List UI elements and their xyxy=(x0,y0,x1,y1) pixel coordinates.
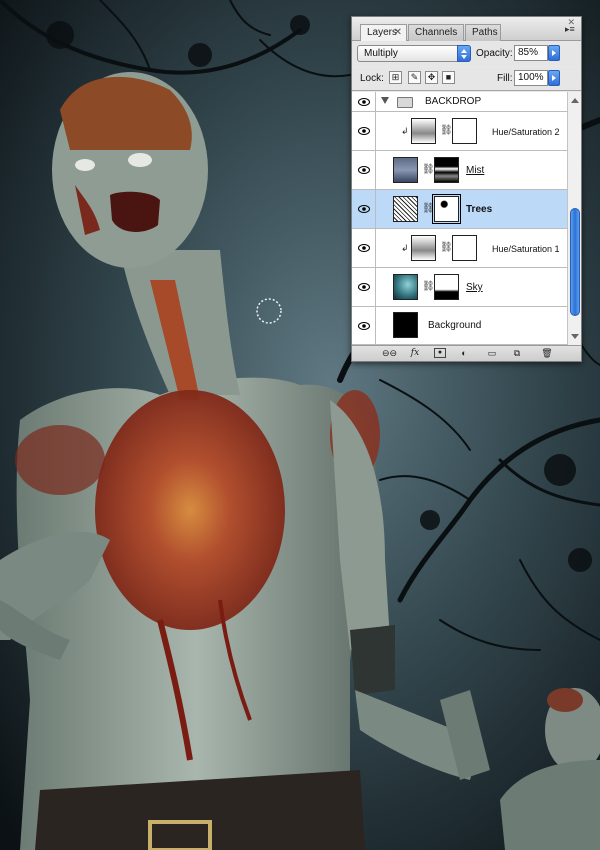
layer-mist[interactable]: ⛓ Mist xyxy=(352,151,567,190)
clipping-arrow-icon: ↲ xyxy=(401,126,409,136)
select-arrows-icon xyxy=(457,45,471,62)
panel-menu-icon[interactable]: ▸≡ xyxy=(565,24,577,36)
tab-paths-label: Paths xyxy=(472,27,498,38)
adjustment-thumbnail xyxy=(411,235,436,261)
opacity-value: 85% xyxy=(518,47,539,58)
layer-list: BACKDROP ↲ ⛓ Hue/Saturation 2 ⛓ Mist ⛓ T… xyxy=(352,92,567,345)
lock-label: Lock: xyxy=(360,73,384,84)
visibility-eye-icon[interactable] xyxy=(352,268,376,306)
lock-all-padlock-icon[interactable]: ■ xyxy=(442,71,455,84)
blend-mode-select[interactable]: Multiply xyxy=(357,45,471,62)
scrollbar-thumb[interactable] xyxy=(570,208,580,316)
layer-name: Sky xyxy=(466,282,483,293)
visibility-eye-icon[interactable] xyxy=(352,190,376,228)
visibility-eye-icon[interactable] xyxy=(352,92,376,111)
folder-icon xyxy=(397,97,413,108)
folder-icon[interactable]: ▭ xyxy=(485,348,499,359)
layer-thumbnail xyxy=(393,157,418,183)
lock-position-move-icon[interactable]: ✥ xyxy=(425,71,438,84)
layers-panel: ✕ Layers ✕ Channels Paths ▸≡ Multiply Op… xyxy=(351,16,582,362)
layer-name: Trees xyxy=(466,204,493,215)
visibility-eye-icon[interactable] xyxy=(352,307,376,344)
layer-name: Hue/Saturation 2 xyxy=(492,127,560,137)
adjustment-icon[interactable]: ◐ xyxy=(457,348,471,359)
tab-close-icon[interactable]: ✕ xyxy=(394,25,402,41)
layer-hue-saturation-1[interactable]: ↲ ⛓ Hue/Saturation 1 xyxy=(352,229,567,268)
visibility-eye-icon[interactable] xyxy=(352,229,376,267)
link-icon[interactable]: ⊖⊖ xyxy=(382,348,397,359)
layer-thumbnail xyxy=(393,196,418,222)
opacity-label: Opacity: xyxy=(476,48,513,59)
new-layer-icon[interactable]: ⧉ xyxy=(510,348,524,359)
trash-icon[interactable]: 🗑 xyxy=(540,348,554,359)
clipping-arrow-icon: ↲ xyxy=(401,243,409,253)
mask-link-icon[interactable]: ⛓ xyxy=(440,125,453,136)
visibility-eye-icon[interactable] xyxy=(352,151,376,189)
tab-layers-label: Layers xyxy=(367,27,398,38)
fill-value: 100% xyxy=(518,72,544,83)
panel-titlebar: ✕ Layers ✕ Channels Paths ▸≡ xyxy=(352,17,581,42)
tab-layers[interactable]: Layers ✕ xyxy=(360,24,407,42)
mask-link-icon[interactable]: ⛓ xyxy=(422,164,435,175)
lock-row: Lock: ⊞ ✎ ✥ ■ Fill: 100% xyxy=(352,67,581,91)
fill-input[interactable]: 100% xyxy=(514,70,548,86)
layer-hue-saturation-2[interactable]: ↲ ⛓ Hue/Saturation 2 xyxy=(352,112,567,151)
mask-thumbnail[interactable] xyxy=(452,118,477,144)
fill-label: Fill: xyxy=(497,73,513,84)
layer-thumbnail xyxy=(393,274,418,300)
mask-icon[interactable]: ● xyxy=(434,348,446,358)
layer-trees[interactable]: ⛓ Trees xyxy=(352,190,567,229)
layer-group-backdrop[interactable]: BACKDROP xyxy=(352,92,567,112)
mask-link-icon[interactable]: ⛓ xyxy=(422,281,435,292)
fill-slider-button[interactable] xyxy=(548,70,560,86)
mask-link-icon[interactable]: ⛓ xyxy=(422,203,435,214)
opacity-slider-button[interactable] xyxy=(548,45,560,61)
mask-thumbnail[interactable] xyxy=(434,274,459,300)
expand-triangle-icon[interactable] xyxy=(381,97,389,104)
panel-bottom-toolbar: ⊖⊖ fx ● ◐ ▭ ⧉ 🗑 xyxy=(352,345,581,361)
mask-thumbnail[interactable] xyxy=(434,157,459,183)
tab-paths[interactable]: Paths xyxy=(465,24,501,41)
layer-name: Mist xyxy=(466,165,485,176)
adjustment-thumbnail xyxy=(411,118,436,144)
layer-thumbnail xyxy=(393,312,418,338)
layer-list-scrollbar[interactable] xyxy=(567,92,581,345)
opacity-input[interactable]: 85% xyxy=(514,45,548,61)
layer-name: Hue/Saturation 1 xyxy=(492,244,560,254)
mask-thumbnail[interactable] xyxy=(452,235,477,261)
layer-name: BACKDROP xyxy=(425,96,482,107)
scroll-down-arrow-icon[interactable] xyxy=(571,334,579,339)
mask-link-icon[interactable]: ⛓ xyxy=(440,242,453,253)
scroll-up-arrow-icon[interactable] xyxy=(571,98,579,103)
tab-channels-label: Channels xyxy=(415,27,458,38)
blend-mode-value: Multiply xyxy=(364,48,398,59)
tab-channels[interactable]: Channels xyxy=(408,24,464,41)
lock-image-brush-icon[interactable]: ✎ xyxy=(408,71,421,84)
layer-sky[interactable]: ⛓ Sky xyxy=(352,268,567,307)
mask-thumbnail[interactable] xyxy=(432,194,461,224)
fx-icon[interactable]: fx xyxy=(408,348,422,359)
layer-name: Background xyxy=(428,320,482,331)
visibility-eye-icon[interactable] xyxy=(352,112,376,150)
layer-background[interactable]: Background xyxy=(352,307,567,345)
blend-row: Multiply Opacity: 85% xyxy=(352,41,581,66)
lock-transparent-icon[interactable]: ⊞ xyxy=(389,71,402,84)
